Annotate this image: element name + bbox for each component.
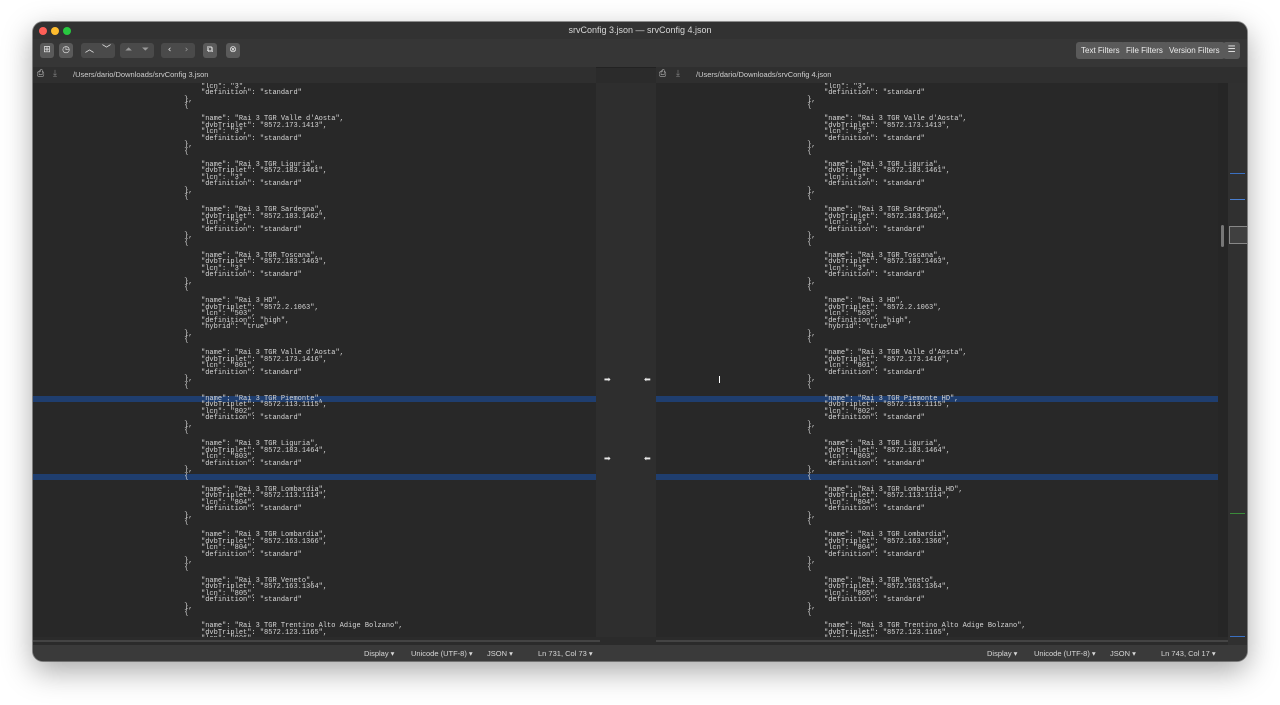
left-format-menu[interactable]: JSON ▾ xyxy=(487,649,513,658)
overview-marker xyxy=(1230,173,1245,174)
title-bar: srvConfig 3.json — srvConfig 4.json xyxy=(33,22,1247,39)
version-filters-button[interactable]: Version Filters xyxy=(1164,42,1225,59)
back-icon: ‹ xyxy=(167,45,172,55)
diff-window: srvConfig 3.json — srvConfig 4.json ⊞ ◷ … xyxy=(33,22,1247,661)
last-difference-button[interactable]: ⏷ xyxy=(138,43,153,58)
overview-marker xyxy=(1230,199,1245,200)
right-vertical-scrollbar[interactable] xyxy=(1218,83,1228,637)
left-display-menu[interactable]: Display ▾ xyxy=(364,649,394,658)
overview-marker xyxy=(1230,636,1245,637)
left-editor-pane[interactable]: "dvbTriplet": "8572.173.1412", "lcn": "3… xyxy=(33,83,596,637)
close-icon: ⊗ xyxy=(229,45,237,55)
left-download-icon[interactable]: ⤓ xyxy=(53,70,57,79)
history-icon: ◷ xyxy=(62,45,70,55)
first-difference-button[interactable]: ⏶ xyxy=(121,43,136,58)
left-code: "dvbTriplet": "8572.173.1412", "lcn": "3… xyxy=(33,83,596,637)
right-format-menu[interactable]: JSON ▾ xyxy=(1110,649,1136,658)
left-hscroll-track[interactable] xyxy=(33,640,600,642)
first-difference-icon: ⏶ xyxy=(124,45,133,55)
right-code: "dvbTriplet": "8572.173.1412", "lcn": "3… xyxy=(656,83,1218,637)
left-file-icon[interactable]: ⎙ xyxy=(37,70,44,79)
next-difference-button[interactable]: ﹀ xyxy=(99,43,114,58)
file-filters-button[interactable]: File Filters xyxy=(1121,42,1168,59)
text-filters-button[interactable]: Text Filters xyxy=(1076,42,1125,59)
right-editor-pane[interactable]: "dvbTriplet": "8572.173.1412", "lcn": "3… xyxy=(656,83,1218,637)
copy-left-icon[interactable]: ⬅ xyxy=(644,376,651,384)
last-difference-icon: ⏷ xyxy=(141,45,150,55)
left-position-menu[interactable]: Ln 731, Col 73 ▾ xyxy=(538,649,593,658)
right-download-icon[interactable]: ⤓ xyxy=(676,70,680,79)
close-compare-button[interactable]: ⊗ xyxy=(226,43,240,58)
window-title: srvConfig 3.json — srvConfig 4.json xyxy=(568,25,712,35)
right-position-menu[interactable]: Ln 743, Col 17 ▾ xyxy=(1161,649,1216,658)
copy-right-icon[interactable]: ➡ xyxy=(604,376,611,384)
right-file-icon[interactable]: ⎙ xyxy=(659,70,666,79)
history-button[interactable]: ◷ xyxy=(59,43,73,58)
difference-overview[interactable] xyxy=(1228,83,1247,647)
merge-gutter: ➡ ⬅ ➡ ⬅ xyxy=(596,83,656,637)
copy-icon: ⧉ xyxy=(206,45,214,55)
left-horizontal-scrollbar[interactable] xyxy=(33,637,600,645)
overview-marker xyxy=(1230,513,1245,514)
copy-right-icon[interactable]: ➡ xyxy=(604,455,611,463)
overview-viewport[interactable] xyxy=(1229,226,1247,244)
next-difference-icon: ﹀ xyxy=(101,45,111,55)
right-path-bar: ⎙ ⤓ /Users/dario/Downloads/srvConfig 4.j… xyxy=(656,67,1247,83)
new-compare-icon: ⊞ xyxy=(43,45,51,55)
right-encoding-menu[interactable]: Unicode (UTF-8) ▾ xyxy=(1034,649,1096,658)
toolbar: ⊞ ◷ ︿ ﹀ ⏶ ⏷ ‹ › ⧉ ⊗ Text Filters File Fi… xyxy=(33,39,1247,68)
left-encoding-menu[interactable]: Unicode (UTF-8) ▾ xyxy=(411,649,473,658)
forward-button[interactable]: › xyxy=(179,43,194,58)
previous-difference-icon: ︿ xyxy=(84,45,94,55)
right-horizontal-scrollbar[interactable] xyxy=(656,637,1228,645)
text-cursor xyxy=(719,376,720,383)
right-hscroll-track[interactable] xyxy=(656,640,1228,642)
left-path-bar: ⎙ ⤓ /Users/dario/Downloads/srvConfig 3.j… xyxy=(33,67,596,83)
copy-button[interactable]: ⧉ xyxy=(203,43,217,58)
left-file-path[interactable]: /Users/dario/Downloads/srvConfig 3.json xyxy=(73,70,208,79)
right-display-menu[interactable]: Display ▾ xyxy=(987,649,1017,658)
status-bar: Display ▾ Unicode (UTF-8) ▾ JSON ▾ Ln 73… xyxy=(33,645,1247,661)
new-compare-button[interactable]: ⊞ xyxy=(40,43,54,58)
previous-difference-button[interactable]: ︿ xyxy=(82,43,97,58)
menu-icon: ☰ xyxy=(1227,45,1236,55)
menu-button[interactable]: ☰ xyxy=(1223,42,1240,59)
right-file-path[interactable]: /Users/dario/Downloads/srvConfig 4.json xyxy=(696,70,831,79)
right-scroll-thumb[interactable] xyxy=(1221,225,1224,247)
back-button[interactable]: ‹ xyxy=(162,43,177,58)
forward-icon: › xyxy=(184,45,189,55)
copy-left-icon[interactable]: ⬅ xyxy=(644,455,651,463)
